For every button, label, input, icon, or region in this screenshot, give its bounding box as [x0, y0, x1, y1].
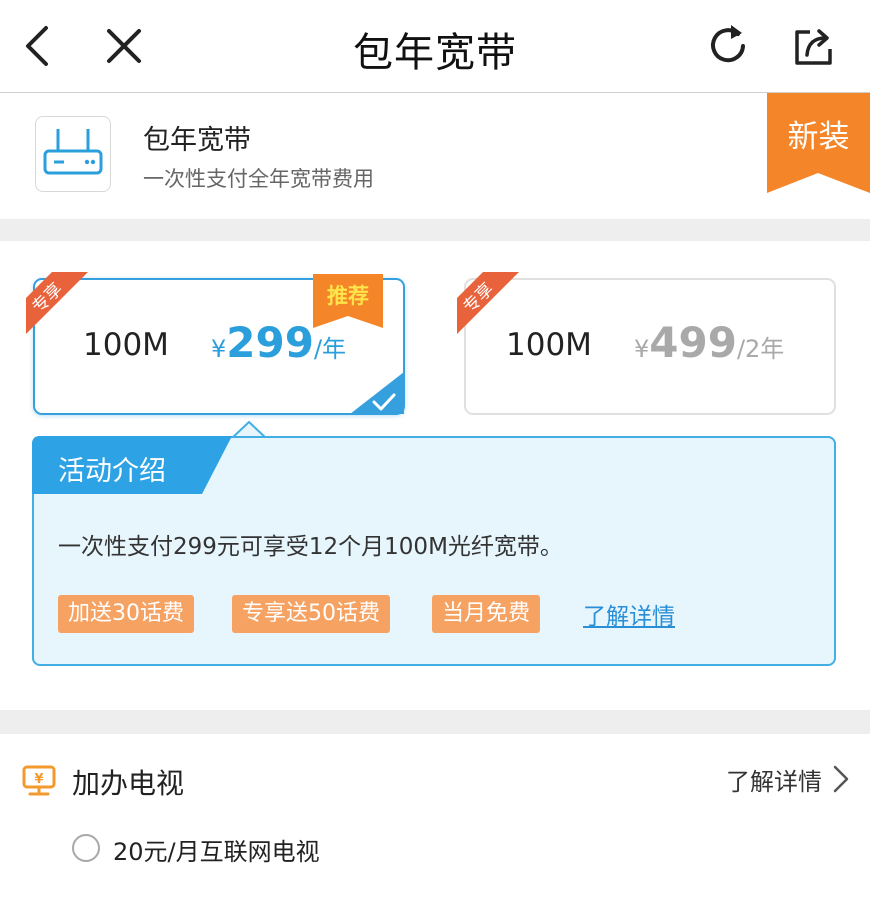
new-install-badge: 新装	[767, 93, 870, 193]
product-subtitle: 一次性支付全年宽带费用	[143, 167, 374, 191]
product-title: 包年宽带	[143, 125, 251, 156]
plan-speed: 100M	[506, 327, 592, 363]
refresh-icon[interactable]	[704, 22, 752, 70]
tv-icon: ¥	[22, 765, 56, 797]
new-badge-label: 新装	[787, 119, 850, 155]
section-divider	[0, 219, 870, 241]
price-unit: /年	[313, 335, 347, 363]
chevron-right-icon[interactable]	[830, 764, 852, 794]
section-divider	[0, 710, 870, 734]
activity-description: 一次性支付299元可享受12个月100M光纤宽带。	[58, 534, 563, 560]
tv-detail-link[interactable]: 了解详情	[726, 762, 822, 797]
plan-speed: 100M	[83, 327, 169, 363]
product-header: 包年宽带 一次性支付全年宽带费用 新装	[0, 93, 870, 219]
svg-text:¥: ¥	[34, 772, 43, 787]
plan-price: ¥499/2年	[634, 318, 784, 367]
share-icon[interactable]	[790, 22, 838, 70]
price-unit: /2年	[736, 335, 785, 363]
checkmark-icon	[350, 372, 404, 414]
recommend-tag-label: 推荐	[327, 284, 369, 308]
activity-title: 活动介绍	[58, 456, 166, 487]
activity-detail-link[interactable]: 了解详情	[583, 597, 675, 631]
currency-symbol: ¥	[634, 335, 650, 363]
promo-tag: 专享送50话费	[232, 595, 390, 633]
promo-tag: 当月免费	[432, 595, 541, 633]
price-value: 499	[649, 318, 737, 367]
tv-section-title: 加办电视	[72, 767, 185, 800]
nav-bar: 包年宽带	[0, 0, 870, 93]
activity-panel: 活动介绍 一次性支付299元可享受12个月100M光纤宽带。 加送30话费 专享…	[32, 436, 836, 666]
plan-card-1year[interactable]: 专享 100M ¥299/年 推荐	[26, 272, 405, 415]
tv-option-radio[interactable]	[72, 834, 100, 862]
tv-option-label[interactable]: 20元/月互联网电视	[113, 832, 320, 867]
recommend-tag: 推荐	[313, 274, 383, 328]
router-icon	[35, 116, 111, 192]
plan-card-2year[interactable]: 专享 100M ¥499/2年	[457, 272, 836, 415]
currency-symbol: ¥	[211, 335, 227, 363]
promo-tag: 加送30话费	[58, 595, 194, 633]
price-value: 299	[226, 318, 314, 367]
